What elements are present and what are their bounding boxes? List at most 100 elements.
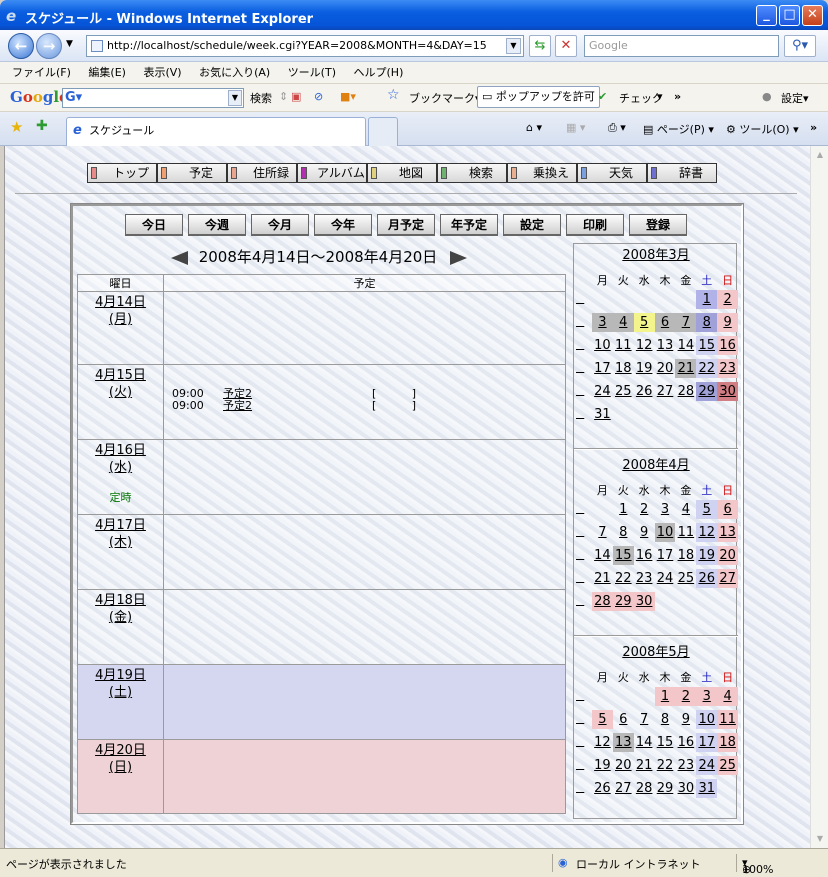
calendar-day[interactable]: 31 xyxy=(696,779,718,798)
calendar-day[interactable]: 17 xyxy=(696,733,718,752)
calendar-day[interactable]: 27 xyxy=(717,569,739,588)
refresh-icon[interactable]: ⇆ xyxy=(529,35,551,57)
app-nav-item[interactable]: 辞書 xyxy=(647,163,717,183)
calendar-day[interactable]: 25 xyxy=(675,569,696,588)
week-link[interactable] xyxy=(576,383,584,398)
week-link[interactable] xyxy=(576,524,584,539)
week-link[interactable] xyxy=(576,711,584,726)
calendar-day[interactable]: 3 xyxy=(696,687,718,706)
prev-week-arrow-icon[interactable] xyxy=(170,250,188,265)
calendar-day[interactable]: 14 xyxy=(675,336,696,355)
app-nav-item[interactable]: 検索 xyxy=(437,163,507,183)
calendar-day[interactable]: 19 xyxy=(696,546,718,565)
add-favorite-icon[interactable]: ✚ xyxy=(36,118,48,134)
week-link[interactable] xyxy=(576,291,584,306)
calendar-day[interactable]: 20 xyxy=(613,756,634,775)
day-date-link[interactable]: 4月19日 xyxy=(78,667,163,684)
scroll-down-icon[interactable]: ▼ xyxy=(812,831,828,847)
day-weekday-link[interactable]: (水) xyxy=(78,459,163,476)
calendar-day[interactable]: 29 xyxy=(655,779,676,798)
calendar-month-link[interactable]: 2008年4月 xyxy=(574,456,738,476)
schedule-cell[interactable] xyxy=(163,589,566,665)
day-weekday-link[interactable]: (木) xyxy=(78,534,163,551)
day-date-link[interactable]: 4月14日 xyxy=(78,294,163,311)
calendar-day[interactable]: 11 xyxy=(613,336,634,355)
calendar-day[interactable]: 16 xyxy=(717,336,739,355)
calendar-day[interactable]: 13 xyxy=(655,336,676,355)
app-nav-item[interactable]: トップ xyxy=(87,163,157,183)
stop-icon[interactable]: ✕ xyxy=(555,35,577,57)
calendar-day[interactable]: 26 xyxy=(592,779,613,798)
tools-menu[interactable]: ⚙ ツール(O) ▾ xyxy=(726,121,799,137)
toolbar-button[interactable]: 印刷 xyxy=(566,214,624,236)
calendar-day[interactable]: 2 xyxy=(675,687,697,706)
calendar-day[interactable]: 7 xyxy=(634,710,655,729)
toolbar-button[interactable]: 登録 xyxy=(629,214,687,236)
calendar-day[interactable]: 6 xyxy=(654,313,676,332)
calendar-day[interactable]: 23 xyxy=(717,359,739,378)
menu-view[interactable]: 表示(V) xyxy=(143,62,181,84)
calendar-day[interactable]: 5 xyxy=(633,313,655,332)
calendar-day[interactable]: 28 xyxy=(592,592,613,611)
popup-allow-button[interactable]: ▭ ポップアップを許可 xyxy=(477,86,600,108)
calendar-day[interactable]: 20 xyxy=(717,546,739,565)
search-input[interactable]: Google xyxy=(584,35,779,57)
google-search-input[interactable]: G▾ ▼ xyxy=(62,88,244,108)
print-icon[interactable]: ⎙ ▾ xyxy=(608,121,626,135)
calendar-day[interactable]: 8 xyxy=(613,523,634,542)
week-link[interactable] xyxy=(576,314,584,329)
more-chevron-icon[interactable]: » xyxy=(674,90,681,103)
calendar-day[interactable]: 28 xyxy=(675,382,696,401)
vertical-scrollbar[interactable]: ▲ ▼ xyxy=(810,146,828,848)
calendar-day[interactable]: 5 xyxy=(592,710,613,729)
week-link[interactable] xyxy=(576,570,584,585)
calendar-day[interactable]: 22 xyxy=(696,359,718,378)
calendar-day[interactable]: 21 xyxy=(675,359,697,378)
calendar-day[interactable]: 9 xyxy=(634,523,655,542)
calendar-day[interactable]: 15 xyxy=(612,546,634,565)
calendar-day[interactable]: 1 xyxy=(654,687,676,706)
calendar-day[interactable]: 19 xyxy=(634,359,655,378)
calendar-day[interactable]: 16 xyxy=(675,733,696,752)
home-icon[interactable]: ⌂ ▾ xyxy=(526,121,542,134)
day-weekday-link[interactable]: (月) xyxy=(78,311,163,328)
day-date-link[interactable]: 4月15日 xyxy=(78,367,163,384)
week-link[interactable] xyxy=(576,780,584,795)
app-nav-item[interactable]: 住所録 xyxy=(227,163,297,183)
calendar-day[interactable]: 27 xyxy=(655,382,676,401)
schedule-cell[interactable] xyxy=(163,664,566,740)
calendar-day[interactable]: 24 xyxy=(655,569,676,588)
week-link[interactable] xyxy=(576,593,584,608)
title-bar[interactable]: e スケジュール - Windows Internet Explorer _ □… xyxy=(0,0,828,30)
calendar-day[interactable]: 10 xyxy=(654,523,676,542)
calendar-day[interactable]: 12 xyxy=(634,336,655,355)
toolbar-button[interactable]: 今月 xyxy=(251,214,309,236)
next-week-arrow-icon[interactable] xyxy=(450,250,468,265)
day-date-link[interactable]: 4月20日 xyxy=(78,742,163,759)
menu-edit[interactable]: 編集(E) xyxy=(88,62,126,84)
calendar-day[interactable]: 21 xyxy=(634,756,655,775)
schedule-cell[interactable] xyxy=(163,439,566,515)
calendar-day[interactable]: 8 xyxy=(696,313,718,332)
more-chevron-icon[interactable]: » xyxy=(810,121,817,134)
calendar-day[interactable]: 9 xyxy=(675,710,696,729)
calendar-day[interactable]: 11 xyxy=(717,710,739,729)
calendar-day[interactable]: 20 xyxy=(655,359,676,378)
calendar-day[interactable]: 22 xyxy=(613,569,634,588)
schedule-cell[interactable]: 09:00 予定2[] 09:00 予定2[] xyxy=(163,364,566,440)
toolbar-button[interactable]: 設定 xyxy=(503,214,561,236)
calendar-day[interactable]: 13 xyxy=(717,523,739,542)
week-link[interactable] xyxy=(576,734,584,749)
calendar-day[interactable]: 3 xyxy=(592,313,613,332)
toolbar-button[interactable]: 今週 xyxy=(188,214,246,236)
day-weekday-link[interactable]: (土) xyxy=(78,684,163,701)
page-menu[interactable]: ▤ ページ(P) ▾ xyxy=(643,121,714,137)
calendar-day[interactable]: 26 xyxy=(696,569,718,588)
calendar-day[interactable]: 10 xyxy=(696,710,718,729)
calendar-day[interactable]: 4 xyxy=(612,313,634,332)
app-nav-item[interactable]: 地図 xyxy=(367,163,437,183)
pagerank-icon[interactable]: ▣ xyxy=(291,90,301,103)
favorites-star-icon[interactable]: ★ xyxy=(10,118,23,136)
back-button[interactable]: ← xyxy=(8,33,34,59)
week-link[interactable] xyxy=(576,406,584,421)
